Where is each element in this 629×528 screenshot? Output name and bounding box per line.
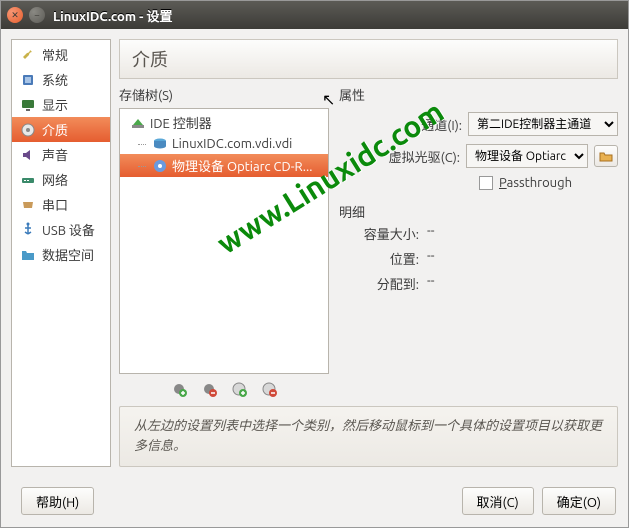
wrench-icon xyxy=(20,47,36,63)
drive-select[interactable]: 物理设备 Optiarc xyxy=(466,144,588,168)
hint-text: 从左边的设置列表中选择一个类别，然后移动鼠标到一个具体的设置项目以获取更多信息。 xyxy=(119,406,618,467)
window-title: LinuxIDC.com - 设置 xyxy=(53,6,172,25)
sidebar-label: 网络 xyxy=(42,170,68,189)
capacity-value: -- xyxy=(427,224,435,243)
serial-icon xyxy=(20,197,36,213)
detail-header: 明细 xyxy=(339,202,618,221)
cd-icon xyxy=(152,158,168,174)
ok-button[interactable]: 确定(O) xyxy=(542,487,616,515)
sidebar-item-storage[interactable]: 介质 xyxy=(12,117,110,142)
close-icon[interactable]: ✕ xyxy=(7,7,23,23)
sidebar-item-display[interactable]: 显示 xyxy=(12,92,110,117)
passthrough-label: Passthrough xyxy=(499,176,572,190)
remove-controller-button[interactable] xyxy=(200,380,218,398)
browse-drive-button[interactable] xyxy=(594,145,618,167)
attached-label: 分配到: xyxy=(339,274,419,293)
channel-label: 通道(I): xyxy=(421,115,462,134)
speaker-icon xyxy=(20,147,36,163)
tree-item-vdi[interactable]: LinuxIDC.com.vdi.vdi xyxy=(120,134,328,154)
sidebar-label: 系统 xyxy=(42,70,68,89)
folder-icon xyxy=(20,247,36,263)
sidebar-item-usb[interactable]: USB 设备 xyxy=(12,217,110,242)
cancel-button[interactable]: 取消(C) xyxy=(462,487,534,515)
sidebar-label: 显示 xyxy=(42,95,68,114)
monitor-icon xyxy=(20,97,36,113)
capacity-label: 容量大小: xyxy=(339,224,419,243)
hdd-icon xyxy=(152,136,168,152)
titlebar: ✕ – LinuxIDC.com - 设置 xyxy=(1,1,628,29)
tree-toolbar xyxy=(119,374,329,400)
sidebar-label: 声音 xyxy=(42,145,68,164)
sidebar-label: 串口 xyxy=(42,195,68,214)
props-header: 属性 xyxy=(339,85,618,104)
sidebar-item-system[interactable]: 系统 xyxy=(12,67,110,92)
sidebar-item-audio[interactable]: 声音 xyxy=(12,142,110,167)
sidebar-item-shared[interactable]: 数据空间 xyxy=(12,242,110,267)
sidebar-label: USB 设备 xyxy=(42,220,95,239)
tree-label: 存储树(S) xyxy=(119,85,329,104)
help-button[interactable]: 帮助(H) xyxy=(21,487,94,515)
channel-select[interactable]: 第二IDE控制器主通道 xyxy=(468,112,618,136)
tree-controller[interactable]: IDE 控制器 xyxy=(120,111,328,134)
page-title: 介质 xyxy=(119,39,618,79)
disc-icon xyxy=(20,122,36,138)
sidebar-label: 常规 xyxy=(42,45,68,64)
remove-attachment-button[interactable] xyxy=(260,380,278,398)
location-value: -- xyxy=(427,249,435,268)
add-controller-button[interactable] xyxy=(170,380,188,398)
sidebar-label: 数据空间 xyxy=(42,245,94,264)
storage-tree: IDE 控制器 LinuxIDC.com.vdi.vdi 物理设备 Optiar… xyxy=(119,108,329,374)
usb-icon xyxy=(20,222,36,238)
sidebar: 常规 系统 显示 介质 声音 网络 xyxy=(11,39,111,467)
drive-label: 虚拟光驱(C): xyxy=(389,147,460,166)
controller-icon xyxy=(130,115,146,131)
network-icon xyxy=(20,172,36,188)
tree-item-optical[interactable]: 物理设备 Optiarc CD-R... xyxy=(120,154,328,177)
sidebar-item-serial[interactable]: 串口 xyxy=(12,192,110,217)
passthrough-checkbox[interactable] xyxy=(479,176,493,190)
sidebar-item-network[interactable]: 网络 xyxy=(12,167,110,192)
tree-label: IDE 控制器 xyxy=(150,113,212,132)
sidebar-label: 介质 xyxy=(42,120,68,139)
chip-icon xyxy=(20,72,36,88)
tree-label: 物理设备 Optiarc CD-R... xyxy=(172,156,312,175)
add-attachment-button[interactable] xyxy=(230,380,248,398)
location-label: 位置: xyxy=(339,249,419,268)
minimize-icon[interactable]: – xyxy=(29,7,45,23)
attached-value: -- xyxy=(427,274,435,293)
sidebar-item-general[interactable]: 常规 xyxy=(12,42,110,67)
tree-label: LinuxIDC.com.vdi.vdi xyxy=(172,137,292,151)
